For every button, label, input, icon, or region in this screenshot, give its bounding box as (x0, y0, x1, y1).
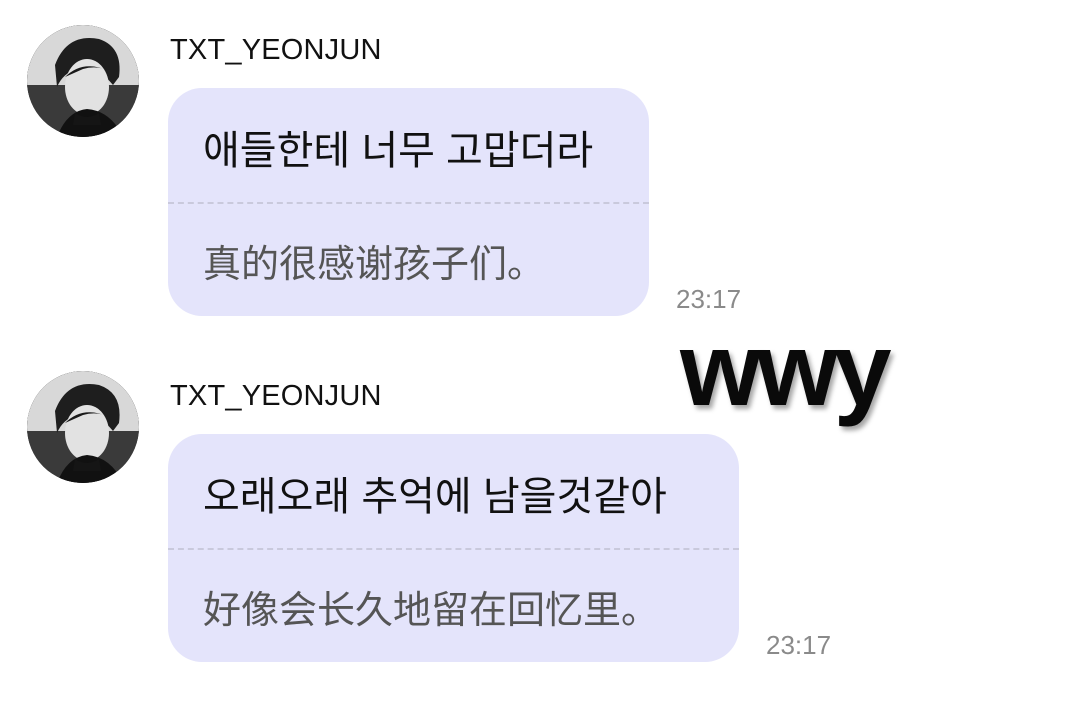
watermark-text: wwy (680, 312, 892, 428)
message-translation-text: 好像会长久地留在回忆里。 (203, 590, 660, 632)
avatar-portrait-icon (27, 371, 139, 483)
translation-divider (168, 548, 739, 550)
chat-screen: TXT_YEONJUN 애들한테 너무 고맙더라 真的很感谢孩子们。 23:17… (0, 0, 1080, 704)
message-translation-text: 真的很感谢孩子们。 (203, 244, 546, 286)
sender-avatar[interactable] (27, 371, 139, 483)
message-bubble[interactable]: 오래오래 추억에 남을것같아 好像会长久地留在回忆里。 (168, 434, 739, 662)
sender-name: TXT_YEONJUN (170, 380, 382, 412)
message-bubble[interactable]: 애들한테 너무 고맙더라 真的很感谢孩子们。 (168, 88, 649, 316)
translation-divider (168, 202, 649, 204)
message-original-text: 애들한테 너무 고맙더라 (203, 129, 594, 173)
message-original-text: 오래오래 추억에 남을것같아 (203, 475, 667, 519)
message-timestamp: 23:17 (766, 630, 832, 660)
message-timestamp: 23:17 (676, 284, 742, 314)
avatar-portrait-icon (27, 25, 139, 137)
sender-avatar[interactable] (27, 25, 139, 137)
sender-name: TXT_YEONJUN (170, 34, 382, 66)
